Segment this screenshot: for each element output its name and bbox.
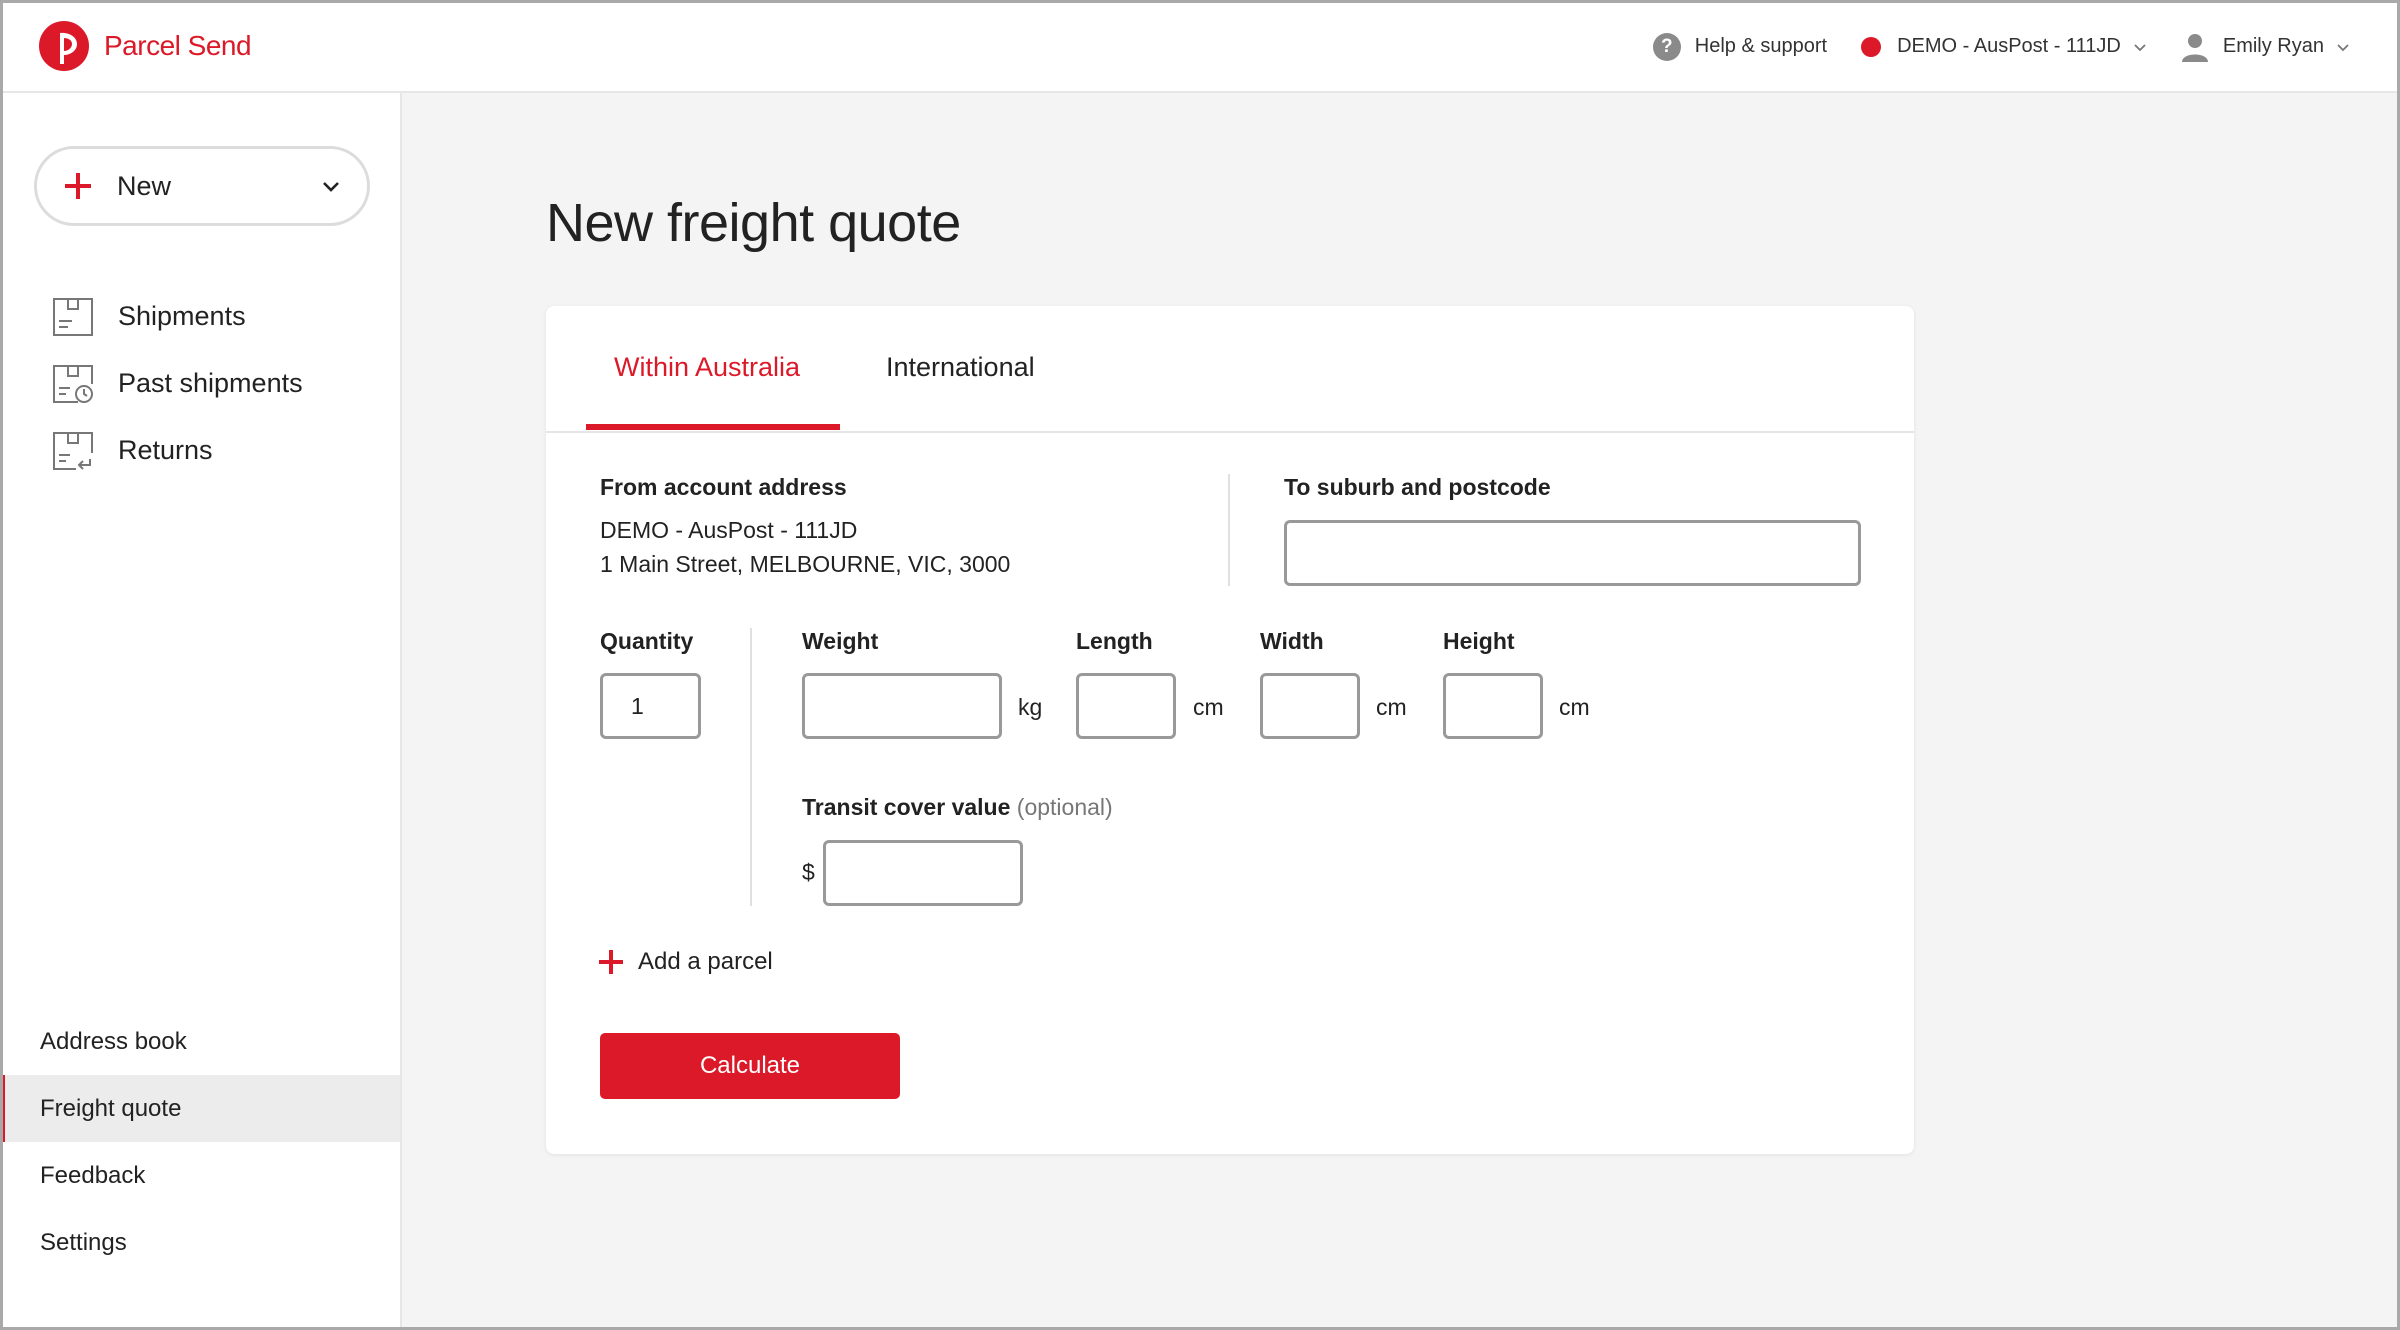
sidebar-item-label: Shipments bbox=[118, 301, 246, 331]
tab-within-australia[interactable]: Within Australia bbox=[614, 352, 800, 383]
length-unit: cm bbox=[1193, 694, 1224, 720]
sidebar-nav: Shipments Past shipments Returns bbox=[0, 283, 400, 484]
sidebar-item-address-book[interactable]: Address book bbox=[0, 1008, 400, 1075]
box-clock-icon bbox=[53, 364, 93, 403]
width-input[interactable] bbox=[1260, 673, 1360, 739]
chevron-down-icon bbox=[2134, 43, 2146, 51]
quantity-label: Quantity bbox=[600, 628, 694, 654]
tabs: Within Australia International bbox=[546, 306, 1914, 433]
height-input[interactable] bbox=[1443, 673, 1543, 739]
add-parcel-button[interactable]: Add a parcel bbox=[598, 948, 773, 976]
add-parcel-label: Add a parcel bbox=[638, 948, 773, 975]
sidebar-item-label: Past shipments bbox=[118, 368, 303, 398]
currency-symbol: $ bbox=[802, 859, 815, 885]
sidebar-item-feedback[interactable]: Feedback bbox=[0, 1142, 400, 1209]
box-return-icon bbox=[53, 431, 93, 470]
sidebar-item-settings[interactable]: Settings bbox=[0, 1209, 400, 1276]
from-address-label: From account address bbox=[600, 474, 847, 500]
top-header: Parcel Send ? Help & support DEMO - AusP… bbox=[0, 0, 2400, 93]
plus-icon bbox=[65, 173, 91, 199]
weight-input[interactable] bbox=[802, 673, 1002, 739]
quantity-input[interactable] bbox=[600, 673, 701, 739]
tab-international[interactable]: International bbox=[886, 352, 1035, 383]
chevron-down-icon bbox=[323, 182, 339, 192]
transit-cover-label-text: Transit cover value bbox=[802, 794, 1011, 820]
height-label: Height bbox=[1443, 628, 1515, 654]
sidebar-item-shipments[interactable]: Shipments bbox=[0, 283, 400, 350]
user-name: Emily Ryan bbox=[2222, 35, 2324, 57]
divider bbox=[1228, 474, 1230, 586]
help-label: Help & support bbox=[1694, 35, 1828, 57]
to-suburb-postcode-input[interactable] bbox=[1284, 520, 1861, 586]
account-selector[interactable]: DEMO - AusPost - 111JD bbox=[1861, 35, 2147, 58]
user-menu[interactable]: Emily Ryan bbox=[2181, 32, 2350, 62]
header-right: ? Help & support DEMO - AusPost - 111JD … bbox=[1619, 0, 2350, 93]
brand-name: Parcel Send bbox=[104, 30, 252, 61]
brand[interactable]: Parcel Send bbox=[38, 20, 252, 72]
chevron-down-icon bbox=[2337, 43, 2349, 51]
auspost-logo-icon bbox=[39, 21, 89, 71]
sidebar-item-past-shipments[interactable]: Past shipments bbox=[0, 350, 400, 417]
sidebar-bottom-nav: Address book Freight quote Feedback Sett… bbox=[0, 1008, 400, 1276]
sidebar-item-returns[interactable]: Returns bbox=[0, 417, 400, 484]
from-address-line1: DEMO - AusPost - 111JD bbox=[600, 517, 858, 543]
help-icon: ? bbox=[1652, 32, 1681, 61]
sidebar-item-freight-quote[interactable]: Freight quote bbox=[0, 1075, 400, 1142]
active-tab-indicator bbox=[586, 424, 840, 430]
transit-cover-label: Transit cover value (optional) bbox=[802, 794, 1113, 821]
new-button[interactable]: New bbox=[34, 146, 370, 226]
weight-unit: kg bbox=[1018, 694, 1043, 720]
height-unit: cm bbox=[1559, 694, 1590, 720]
divider bbox=[750, 628, 752, 906]
length-input[interactable] bbox=[1076, 673, 1176, 739]
page-title: New freight quote bbox=[546, 193, 961, 253]
sidebar-item-label: Returns bbox=[118, 435, 213, 465]
width-label: Width bbox=[1260, 628, 1324, 654]
account-label: DEMO - AusPost - 111JD bbox=[1897, 35, 2121, 57]
new-button-label: New bbox=[117, 171, 172, 201]
help-support-link[interactable]: ? Help & support bbox=[1652, 32, 1828, 61]
width-unit: cm bbox=[1376, 694, 1407, 720]
length-label: Length bbox=[1076, 628, 1153, 654]
to-suburb-label: To suburb and postcode bbox=[1284, 474, 1551, 500]
account-status-dot-icon bbox=[1861, 36, 1882, 57]
plus-icon bbox=[599, 950, 623, 974]
calculate-button[interactable]: Calculate bbox=[600, 1033, 900, 1099]
user-icon bbox=[2181, 33, 2208, 62]
sidebar: New Shipments Past shipments Returns Add… bbox=[0, 93, 402, 1330]
box-icon bbox=[53, 297, 93, 336]
transit-cover-input[interactable] bbox=[823, 840, 1023, 906]
from-address-line2: 1 Main Street, MELBOURNE, VIC, 3000 bbox=[600, 551, 1011, 577]
weight-label: Weight bbox=[802, 628, 879, 654]
optional-hint: (optional) bbox=[1016, 794, 1113, 820]
freight-quote-card: Within Australia International From acco… bbox=[546, 306, 1914, 1154]
